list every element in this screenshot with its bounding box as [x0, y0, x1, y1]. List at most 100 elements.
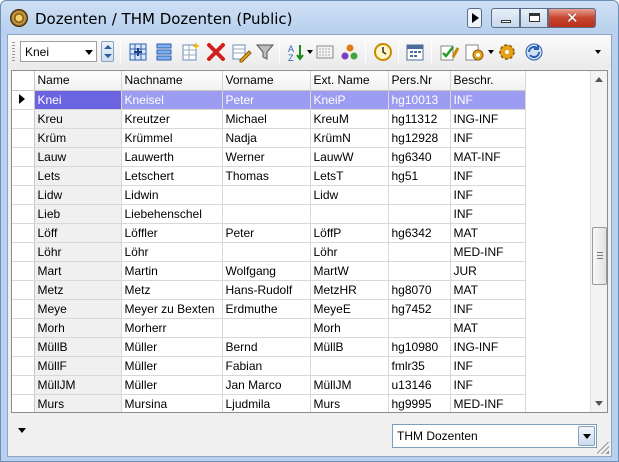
table-cell[interactable]: [310, 356, 389, 376]
fields-icon[interactable]: [314, 41, 336, 63]
table-cell[interactable]: Fabian: [222, 356, 311, 376]
table-cell[interactable]: INF: [450, 128, 526, 148]
table-cell[interactable]: INF: [450, 166, 526, 186]
table-row[interactable]: Mart Martin Wolfgang MartW JUR: [12, 261, 526, 281]
table-cell[interactable]: Löff: [34, 223, 122, 243]
table-cell[interactable]: Krüm: [34, 128, 122, 148]
table-cell[interactable]: Morh: [34, 318, 122, 338]
table-row[interactable]: Kreu Kreutzer Michael KreuM hg11312 ING-INF: [12, 109, 526, 129]
table-cell[interactable]: Peter: [222, 90, 311, 110]
table-cell[interactable]: Thomas: [222, 166, 311, 186]
edit-icon[interactable]: [230, 41, 252, 63]
table-cell[interactable]: [222, 204, 311, 224]
more-tools-icon[interactable]: [595, 50, 601, 54]
row-indicator[interactable]: [12, 147, 35, 167]
table-cell[interactable]: Michael: [222, 109, 311, 129]
table-cell[interactable]: MüllB: [310, 337, 389, 357]
record-spinner[interactable]: [101, 41, 114, 62]
table-cell[interactable]: [388, 261, 451, 281]
panel-toggle-icon[interactable]: [18, 428, 26, 433]
new-record-icon[interactable]: [179, 41, 201, 63]
grid-view-icon[interactable]: [127, 41, 149, 63]
row-indicator[interactable]: [12, 261, 35, 281]
gear-icon[interactable]: [496, 41, 518, 63]
chevron-down-icon[interactable]: [578, 426, 595, 446]
row-indicator[interactable]: [12, 280, 35, 300]
sort-dropdown-icon[interactable]: [307, 50, 313, 54]
table-row[interactable]: Lets Letschert Thomas LetsT hg51 INF: [12, 166, 526, 186]
table-cell[interactable]: KreuM: [310, 109, 389, 129]
table-cell[interactable]: INF: [450, 185, 526, 205]
table-cell[interactable]: KrümN: [310, 128, 389, 148]
table-cell[interactable]: Metz: [34, 280, 122, 300]
table-cell[interactable]: Kreu: [34, 109, 122, 129]
table-cell[interactable]: [222, 185, 311, 205]
relations-icon[interactable]: [339, 41, 361, 63]
column-header-ext-name[interactable]: Ext. Name: [310, 71, 389, 91]
table-cell[interactable]: Meyer zu Bexten: [121, 299, 223, 319]
table-row[interactable]: Lidw Lidwin Lidw INF: [12, 185, 526, 205]
clock-icon[interactable]: [372, 41, 394, 63]
table-cell[interactable]: Nadja: [222, 128, 311, 148]
table-cell[interactable]: [388, 318, 451, 338]
table-cell[interactable]: [222, 318, 311, 338]
row-indicator[interactable]: [12, 128, 35, 148]
row-indicator[interactable]: [12, 109, 35, 129]
table-row[interactable]: Metz Metz Hans-Rudolf MetzHR hg8070 MAT: [12, 280, 526, 300]
column-header-beschr[interactable]: Beschr.: [450, 71, 526, 91]
table-cell[interactable]: Hans-Rudolf: [222, 280, 311, 300]
row-indicator[interactable]: [12, 375, 35, 395]
table-cell[interactable]: Morherr: [121, 318, 223, 338]
table-cell[interactable]: Löhr: [34, 242, 122, 262]
table-cell[interactable]: Lets: [34, 166, 122, 186]
table-cell[interactable]: KneiP: [310, 90, 389, 110]
table-row[interactable]: MüllJM Müller Jan Marco MüllJM u13146 INF: [12, 375, 526, 395]
table-cell[interactable]: Metz: [121, 280, 223, 300]
table-cell[interactable]: MartW: [310, 261, 389, 281]
table-cell[interactable]: MüllF: [34, 356, 122, 376]
table-row[interactable]: MüllF Müller Fabian fmlr35 INF: [12, 356, 526, 376]
sort-icon[interactable]: AZ: [286, 41, 308, 63]
table-cell[interactable]: MüllJM: [310, 375, 389, 395]
table-cell[interactable]: MAT: [450, 318, 526, 338]
table-cell[interactable]: Erdmuthe: [222, 299, 311, 319]
column-header-vorname[interactable]: Vorname: [222, 71, 311, 91]
row-indicator[interactable]: [12, 185, 35, 205]
table-cell[interactable]: Mursina: [121, 394, 223, 412]
scroll-down-icon[interactable]: [595, 401, 603, 406]
table-cell[interactable]: Lidw: [34, 185, 122, 205]
table-cell[interactable]: LöffP: [310, 223, 389, 243]
calendar-icon[interactable]: [404, 41, 426, 63]
table-cell[interactable]: hg6340: [388, 147, 451, 167]
table-cell[interactable]: Martin: [121, 261, 223, 281]
spin-up-icon[interactable]: [104, 45, 112, 49]
table-cell[interactable]: MAT: [450, 280, 526, 300]
table-cell[interactable]: hg51: [388, 166, 451, 186]
table-cell[interactable]: MAT-INF: [450, 147, 526, 167]
table-cell[interactable]: Krümmel: [121, 128, 223, 148]
column-header-nachname[interactable]: Nachname: [121, 71, 223, 91]
row-indicator[interactable]: [12, 337, 35, 357]
table-cell[interactable]: [388, 185, 451, 205]
table-cell[interactable]: MüllJM: [34, 375, 122, 395]
table-cell[interactable]: fmlr35: [388, 356, 451, 376]
table-cell[interactable]: Knei: [34, 90, 122, 110]
table-cell[interactable]: Murs: [34, 394, 122, 412]
record-combo[interactable]: Knei: [20, 41, 97, 62]
table-cell[interactable]: Löhr: [310, 242, 389, 262]
table-cell[interactable]: Bernd: [222, 337, 311, 357]
table-cell[interactable]: LetsT: [310, 166, 389, 186]
table-cell[interactable]: Lauw: [34, 147, 122, 167]
table-row[interactable]: MüllB Müller Bernd MüllB hg10980 ING-INF: [12, 337, 526, 357]
columns-icon[interactable]: [153, 41, 175, 63]
table-cell[interactable]: Lidwin: [121, 185, 223, 205]
table-cell[interactable]: Müller: [121, 356, 223, 376]
table-cell[interactable]: [222, 242, 311, 262]
table-cell[interactable]: ING-INF: [450, 109, 526, 129]
table-cell[interactable]: MED-INF: [450, 394, 526, 412]
table-row[interactable]: Meye Meyer zu Bexten Erdmuthe MeyeE hg7452 IN…: [12, 299, 526, 319]
refresh-icon[interactable]: [523, 41, 545, 63]
table-cell[interactable]: hg12928: [388, 128, 451, 148]
table-cell[interactable]: Löhr: [121, 242, 223, 262]
table-cell[interactable]: [388, 242, 451, 262]
